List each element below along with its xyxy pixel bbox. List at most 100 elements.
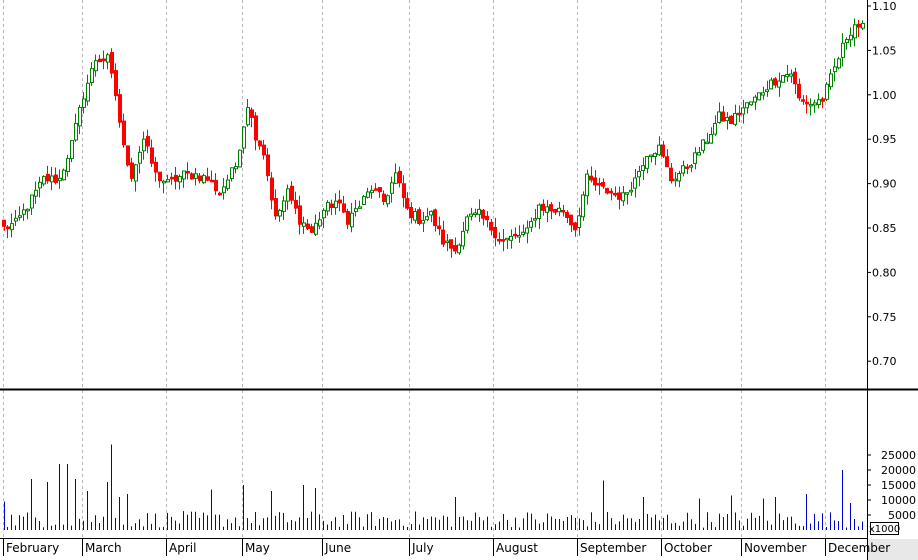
candle-body <box>665 156 669 168</box>
candle-body <box>513 233 517 237</box>
candle-body <box>541 203 545 211</box>
candle-body <box>390 182 394 194</box>
candle-body <box>186 170 190 174</box>
candle-body <box>130 162 134 179</box>
candle-body <box>681 165 685 174</box>
candle-body <box>509 235 513 241</box>
candle-body <box>350 212 354 228</box>
candle-body <box>757 92 761 101</box>
candle-body <box>621 192 625 202</box>
candle-body <box>174 174 178 182</box>
candle-body <box>741 107 745 115</box>
candle-body <box>405 198 409 209</box>
candle-body <box>521 231 525 235</box>
candle-body <box>617 192 621 200</box>
candle-body <box>202 175 206 184</box>
candle-body <box>322 209 326 219</box>
candle-body <box>637 170 641 178</box>
candle-body <box>362 196 366 206</box>
candle-body <box>557 207 561 213</box>
candle-body <box>633 177 637 189</box>
candle-body <box>545 206 549 213</box>
candle-body <box>601 182 605 187</box>
candle-body <box>34 189 38 197</box>
candle-body <box>14 217 18 222</box>
candle-body <box>146 136 150 147</box>
month-label: July <box>411 541 434 555</box>
candle-body <box>477 208 481 215</box>
candle-body <box>162 180 166 184</box>
candle-body <box>673 178 677 182</box>
candle-body <box>609 190 613 194</box>
candle-body <box>589 175 593 181</box>
candle-body <box>485 215 489 221</box>
candle-body <box>629 189 633 193</box>
candle-body <box>753 96 757 103</box>
candle-body <box>445 240 449 244</box>
candle-body <box>262 144 266 156</box>
candle-body <box>801 99 805 102</box>
candle-body <box>138 151 142 164</box>
candle-body <box>409 206 413 219</box>
candle-body <box>821 98 825 102</box>
candle-body <box>497 238 501 242</box>
candle-body <box>841 42 845 58</box>
volume-tick-label: 10000 <box>881 494 916 507</box>
candle-body <box>194 173 198 179</box>
candle-body <box>258 140 262 147</box>
candle-body <box>773 78 777 86</box>
month-label: October <box>664 541 712 555</box>
volume-tick-label: 5000 <box>888 509 916 522</box>
candle-body <box>549 204 553 212</box>
candle-body <box>346 211 350 225</box>
candle-body <box>837 58 841 69</box>
candle-body <box>701 139 705 151</box>
candle-body <box>374 188 378 191</box>
candle-body <box>70 140 74 160</box>
candle-body <box>781 75 785 83</box>
candle-body <box>18 215 22 218</box>
candle-body <box>110 52 114 74</box>
candle-body <box>318 219 322 227</box>
candle-body <box>50 175 54 183</box>
candle-body <box>533 218 537 221</box>
candle-body <box>817 99 821 105</box>
candle-body <box>525 227 529 234</box>
candle-body <box>302 222 306 227</box>
price-tick-label: 0.90 <box>872 178 897 191</box>
candle-body <box>473 212 477 216</box>
candle-body <box>58 177 62 182</box>
stock-chart: 1.10 1.05 1.00 0.95 0.90 0.85 0.80 0.75 0.70 250… <box>0 0 918 560</box>
candle-body <box>713 123 717 135</box>
candle-body <box>290 185 294 201</box>
candle-body <box>126 145 130 166</box>
candle-body <box>797 83 801 99</box>
candle-body <box>254 115 258 141</box>
candle-body <box>597 182 601 186</box>
candle-body <box>394 172 398 184</box>
candle-body <box>645 155 649 169</box>
candle-body <box>66 158 70 173</box>
candle-body <box>74 122 78 141</box>
month-label: September <box>580 541 646 555</box>
candle-body <box>433 209 437 227</box>
candle-body <box>489 221 493 231</box>
candle-body <box>38 181 42 189</box>
candle-body <box>30 194 34 209</box>
candle-body <box>653 153 657 158</box>
candle-body <box>2 219 6 227</box>
price-tick-label: 0.70 <box>872 355 897 368</box>
candle-body <box>825 83 829 100</box>
candle-body <box>429 210 433 216</box>
candle-body <box>529 221 533 228</box>
candle-body <box>777 80 781 88</box>
candle-body <box>298 205 302 225</box>
candle-body <box>218 192 222 196</box>
candle-body <box>733 113 737 125</box>
candle-body <box>342 203 346 213</box>
price-tick-label: 1.05 <box>872 44 897 57</box>
candle-body <box>481 209 485 219</box>
candle-body <box>114 70 118 97</box>
candle-body <box>78 106 82 127</box>
candle-body <box>270 177 274 201</box>
